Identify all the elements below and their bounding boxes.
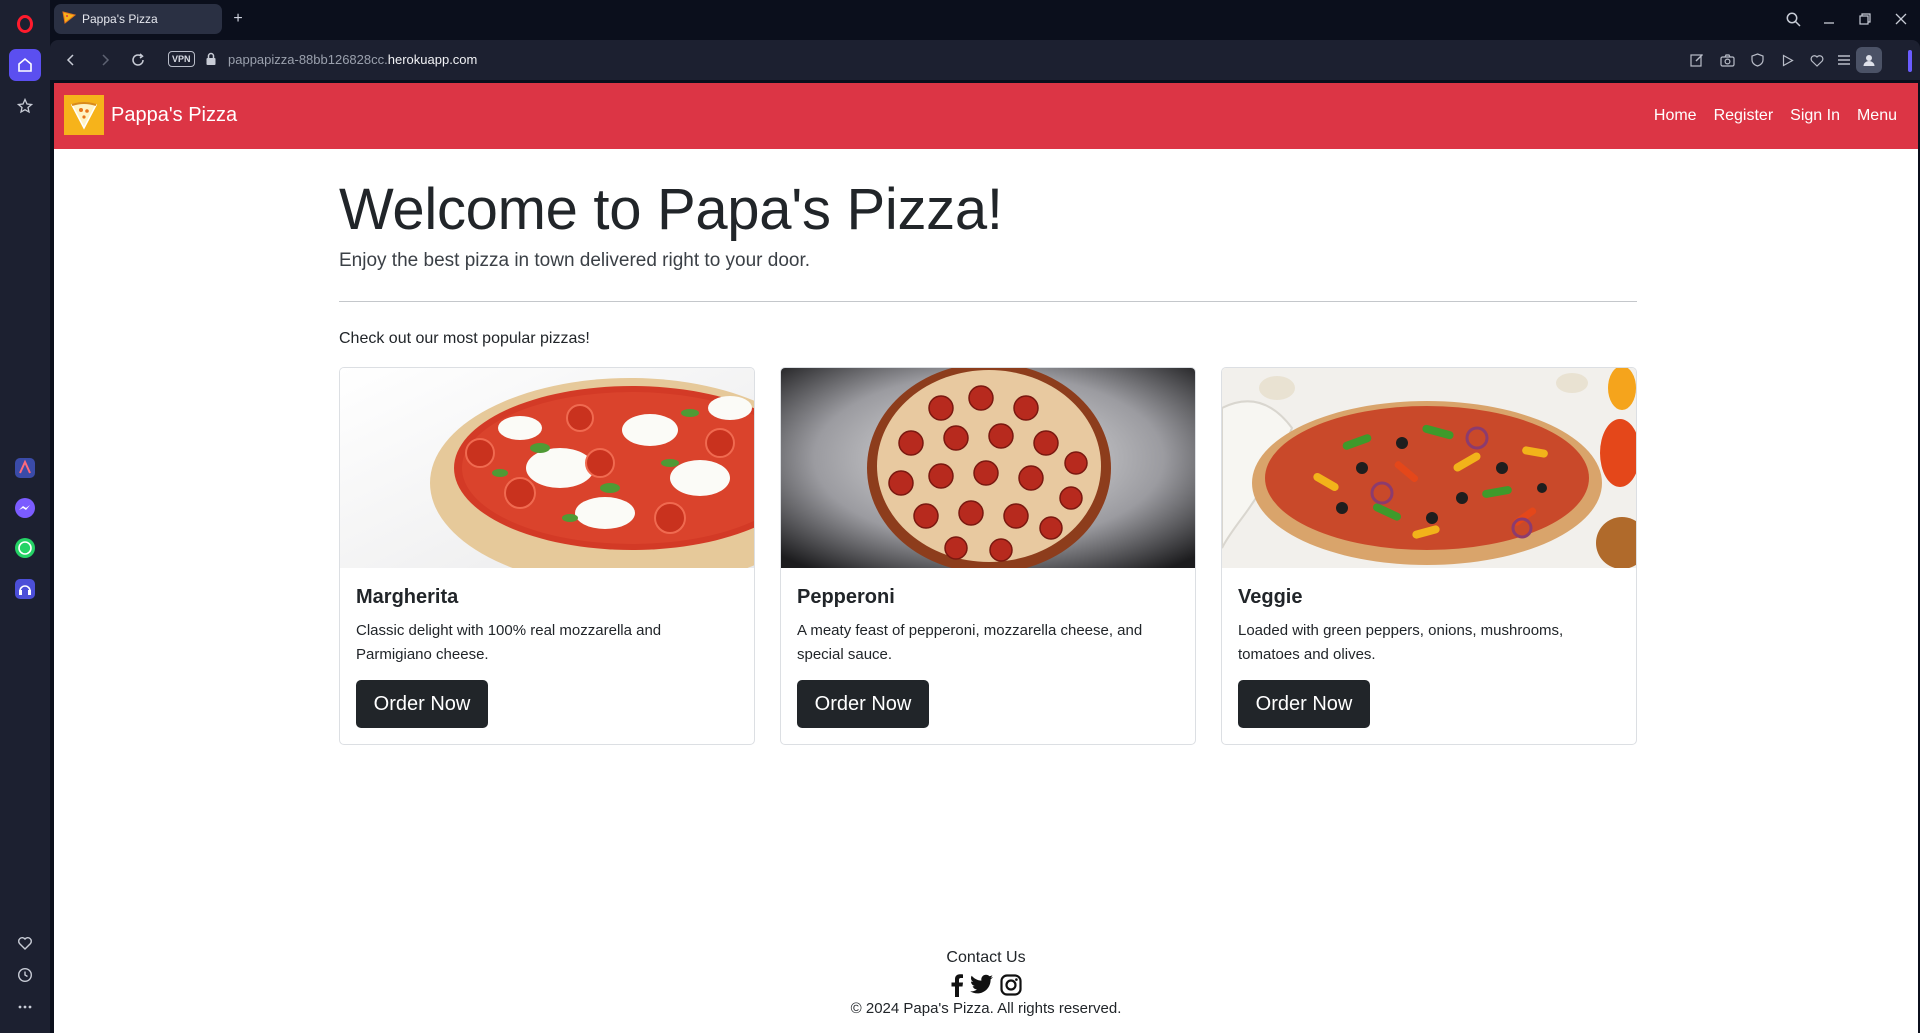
edit-icon[interactable] (1687, 50, 1707, 70)
messenger-icon[interactable] (9, 492, 41, 524)
tab-pappas-pizza[interactable]: Pappa's Pizza (54, 4, 222, 34)
close-icon[interactable] (1888, 6, 1914, 32)
heart-icon[interactable] (9, 927, 41, 959)
aria-icon[interactable] (9, 452, 41, 484)
facebook-icon[interactable] (950, 973, 964, 997)
address-bar: VPN pappapizza-88bb126828cc.herokuapp.co… (50, 40, 1920, 80)
url-field[interactable]: pappapizza-88bb126828cc.herokuapp.com (228, 52, 477, 67)
shield-icon[interactable] (1747, 50, 1767, 70)
twitter-icon[interactable] (970, 973, 994, 997)
bookmark-heart-icon[interactable] (1807, 50, 1827, 70)
opera-logo-icon[interactable] (9, 8, 41, 40)
easy-setup-icon[interactable] (1834, 50, 1854, 70)
nav-sign-in-link[interactable]: Sign In (1790, 107, 1840, 125)
pizza-card-veggie: Veggie Loaded with green peppers, onions… (1221, 367, 1637, 745)
pizza-logo-icon (64, 95, 104, 135)
nav-register-link[interactable]: Register (1714, 107, 1774, 125)
lock-icon[interactable] (205, 52, 217, 71)
home-icon[interactable] (9, 49, 41, 81)
veggie-image (1222, 368, 1636, 568)
site-navbar: Pappa's Pizza Home Register Sign In Menu (54, 83, 1918, 149)
whatsapp-icon[interactable] (9, 532, 41, 564)
url-prefix: pappapizza-88bb126828cc. (228, 52, 388, 67)
hero-subtitle: Enjoy the best pizza in town delivered r… (339, 250, 811, 271)
hero-title: Welcome to Papa's Pizza! (339, 177, 1003, 242)
reload-icon[interactable] (127, 49, 149, 71)
tab-title: Pappa's Pizza (82, 12, 158, 26)
forward-icon[interactable] (94, 49, 116, 71)
card-description: Loaded with green peppers, onions, mushr… (1238, 622, 1564, 663)
nav-home-link[interactable]: Home (1654, 107, 1697, 125)
pepperoni-image (781, 368, 1195, 568)
order-now-button[interactable]: Order Now (1238, 680, 1370, 728)
divider (339, 301, 1637, 302)
site-footer: Contact Us © 2024 Papa's Pizza. All righ… (54, 949, 1918, 1017)
history-icon[interactable] (9, 959, 41, 991)
instagram-icon[interactable] (1000, 973, 1022, 997)
copyright-text: © 2024 Papa's Pizza. All rights reserved… (850, 1000, 1122, 1017)
card-description: Classic delight with 100% real mozzarell… (356, 622, 662, 663)
order-now-button[interactable]: Order Now (356, 680, 488, 728)
card-title: Margherita (356, 586, 459, 608)
card-title: Veggie (1238, 586, 1303, 608)
tab-bar: Pappa's Pizza + (50, 0, 1920, 38)
contact-us-label: Contact Us (946, 949, 1026, 966)
pizza-favicon-icon (62, 10, 77, 29)
margherita-image (340, 368, 754, 568)
web-page: Pappa's Pizza Home Register Sign In Menu… (54, 83, 1918, 1033)
social-links (54, 973, 1918, 997)
more-icon[interactable] (9, 991, 41, 1023)
profile-avatar-icon[interactable] (1856, 47, 1882, 73)
brand-link[interactable]: Pappa's Pizza (64, 95, 237, 135)
browser-sidebar (0, 0, 50, 1033)
play-icon[interactable] (1777, 50, 1797, 70)
search-tabs-icon[interactable] (1780, 6, 1806, 32)
new-tab-button[interactable]: + (228, 9, 248, 29)
camera-icon[interactable] (1717, 50, 1737, 70)
nav-menu-link[interactable]: Menu (1857, 107, 1897, 125)
pizza-card-pepperoni: Pepperoni A meaty feast of pepperoni, mo… (780, 367, 1196, 745)
order-now-button[interactable]: Order Now (797, 680, 929, 728)
vpn-badge[interactable]: VPN (168, 51, 195, 67)
pinboard-icon[interactable] (9, 90, 41, 122)
restore-icon[interactable] (1852, 6, 1878, 32)
nav-links: Home Register Sign In Menu (1654, 107, 1897, 125)
brand-name: Pappa's Pizza (111, 103, 238, 126)
sidebar-indicator (1908, 50, 1912, 72)
card-title: Pepperoni (797, 586, 895, 608)
back-icon[interactable] (60, 49, 82, 71)
pizza-card-margherita: Margherita Classic delight with 100% rea… (339, 367, 755, 745)
popular-heading: Check out our most popular pizzas! (339, 330, 590, 347)
card-description: A meaty feast of pepperoni, mozzarella c… (797, 622, 1143, 663)
minimize-icon[interactable] (1816, 6, 1842, 32)
url-host: herokuapp.com (387, 52, 478, 67)
music-player-icon[interactable] (9, 573, 41, 605)
